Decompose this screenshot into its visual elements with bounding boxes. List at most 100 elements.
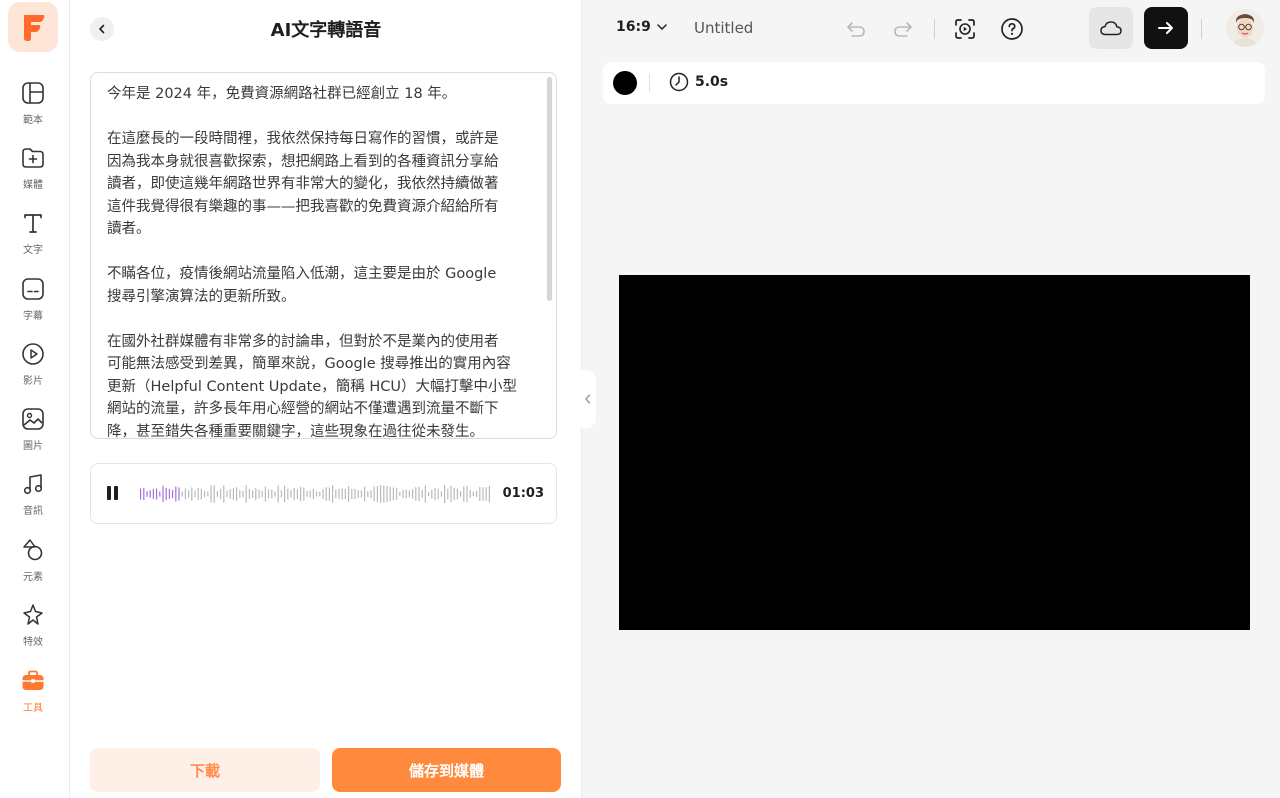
waveform-bar [300, 486, 302, 502]
waveform-bar [290, 490, 292, 498]
waveform-bar [476, 490, 478, 498]
app-logo[interactable] [8, 2, 58, 52]
waveform-bar [488, 485, 490, 503]
video-canvas[interactable] [619, 275, 1250, 630]
document-title[interactable]: Untitled [694, 19, 753, 37]
waveform-bar [178, 487, 180, 501]
waveform-bar [338, 488, 340, 499]
waveform-bar [223, 485, 225, 503]
waveform-bar [392, 487, 394, 501]
waveform-bar [460, 491, 462, 497]
toolbar-divider [934, 19, 935, 39]
sidebar-item-image[interactable]: 圖片 [0, 406, 66, 466]
user-avatar[interactable] [1226, 9, 1264, 47]
waveform-bar [444, 485, 446, 503]
text-paragraph: 在這麼長的一段時間裡，我依然保持每日寫作的習慣，或許是 因為我本身就很喜歡探索，… [107, 131, 499, 237]
waveform-bar [396, 488, 398, 500]
waveform-bar [309, 490, 311, 498]
sidebar-item-shapes[interactable]: 元素 [0, 537, 66, 597]
waveform-bar [399, 491, 401, 497]
avatar-icon [1226, 9, 1264, 47]
save-to-media-button[interactable]: 儲存到媒體 [332, 748, 561, 792]
waveform-bar [200, 488, 202, 500]
waveform-bar [389, 486, 391, 502]
sidebar-item-folder-plus[interactable]: 媒體 [0, 145, 66, 205]
pause-icon [107, 486, 111, 500]
waveform-bar [191, 487, 193, 501]
sidebar-item-sparkle[interactable]: 特效 [0, 602, 66, 662]
audio-time: 01:03 [502, 486, 544, 501]
waveform-bar [408, 490, 410, 498]
sidebar-item-label: 音訊 [23, 506, 43, 517]
sidebar-item-video-play[interactable]: 影片 [0, 341, 66, 401]
waveform-bar [341, 488, 343, 500]
aspect-ratio-select[interactable]: 16:9 [616, 19, 667, 35]
chevron-left-icon [585, 394, 591, 404]
sidebar-item-layout[interactable]: 範本 [0, 80, 66, 140]
waveform-bar [380, 485, 382, 503]
waveform-bar [351, 488, 353, 500]
sidebar-item-music-note[interactable]: 音訊 [0, 471, 66, 531]
tts-text-input[interactable]: 今年是 2024 年，免費資源網路社群已經創立 18 年。 在這麼長的一段時間裡… [90, 72, 557, 439]
collapse-panel-button[interactable] [580, 370, 596, 428]
sidebar-item-toolbox[interactable]: 工具 [0, 668, 66, 728]
left-sidebar: 範本 媒體 文字 字幕影片圖片音訊元素 特效 工具 [0, 0, 70, 798]
redo-button[interactable] [889, 15, 917, 43]
waveform-bar [312, 488, 314, 500]
waveform-bar [373, 486, 375, 502]
waveform-bar [469, 490, 471, 498]
arrow-right-icon [1158, 22, 1173, 34]
waveform-bar [239, 490, 241, 498]
cloud-save-button[interactable] [1089, 7, 1133, 49]
preview-play-icon [955, 19, 975, 39]
help-icon [1001, 18, 1023, 40]
tts-panel: AI文字轉語音 今年是 2024 年，免費資源網路社群已經創立 18 年。 在這… [70, 0, 582, 798]
cloud-icon [1100, 21, 1122, 36]
video-play-icon [20, 341, 46, 371]
waveform-bar [242, 490, 244, 498]
waveform-bar [210, 485, 212, 503]
duration-value: 5.0s [695, 74, 729, 90]
waveform-bar [472, 491, 474, 497]
waveform-bar [284, 485, 286, 503]
preview-button[interactable] [951, 15, 979, 43]
text-paragraph: 在國外社群媒體有非常多的討論串，但對於不是業內的使用者 可能無法感受到差異，簡單… [107, 333, 518, 439]
download-button[interactable]: 下載 [90, 748, 320, 792]
waveform-bar [255, 488, 257, 500]
waveform-bar [332, 485, 334, 503]
waveform-bar [194, 490, 196, 498]
waveform-bar [168, 489, 170, 499]
export-button[interactable] [1144, 7, 1188, 49]
waveform-bar [306, 491, 308, 497]
clock-icon [669, 72, 689, 92]
waveform-bar [328, 487, 330, 501]
pause-button[interactable] [107, 486, 123, 502]
help-button[interactable] [998, 15, 1026, 43]
text-scrollbar[interactable] [547, 77, 552, 301]
waveform-bar [357, 490, 359, 498]
sidebar-item-label: 影片 [23, 376, 43, 387]
audio-waveform[interactable] [139, 482, 491, 506]
image-icon [20, 406, 46, 436]
waveform-bar [175, 486, 177, 502]
waveform-bar [466, 485, 468, 503]
waveform-bar [440, 491, 442, 497]
waveform-bar [181, 491, 183, 497]
waveform-bar [229, 489, 231, 499]
scene-duration[interactable]: 5.0s [669, 72, 728, 92]
background-color-swatch[interactable] [613, 71, 637, 95]
waveform-bar [447, 488, 449, 500]
pause-icon-bar [114, 486, 118, 500]
waveform-bar [245, 485, 247, 503]
scene-toolbar: 5.0s [603, 62, 1265, 104]
sidebar-item-subtitle[interactable]: 字幕 [0, 276, 66, 336]
sidebar-item-text[interactable]: 文字 [0, 210, 66, 270]
waveform-bar [412, 489, 414, 499]
waveform-bar [367, 491, 369, 497]
undo-button[interactable] [842, 15, 870, 43]
waveform-bar [143, 488, 145, 500]
waveform-bar [271, 489, 273, 499]
waveform-bar [424, 485, 426, 503]
waveform-bar [485, 487, 487, 501]
waveform-bar [287, 488, 289, 500]
